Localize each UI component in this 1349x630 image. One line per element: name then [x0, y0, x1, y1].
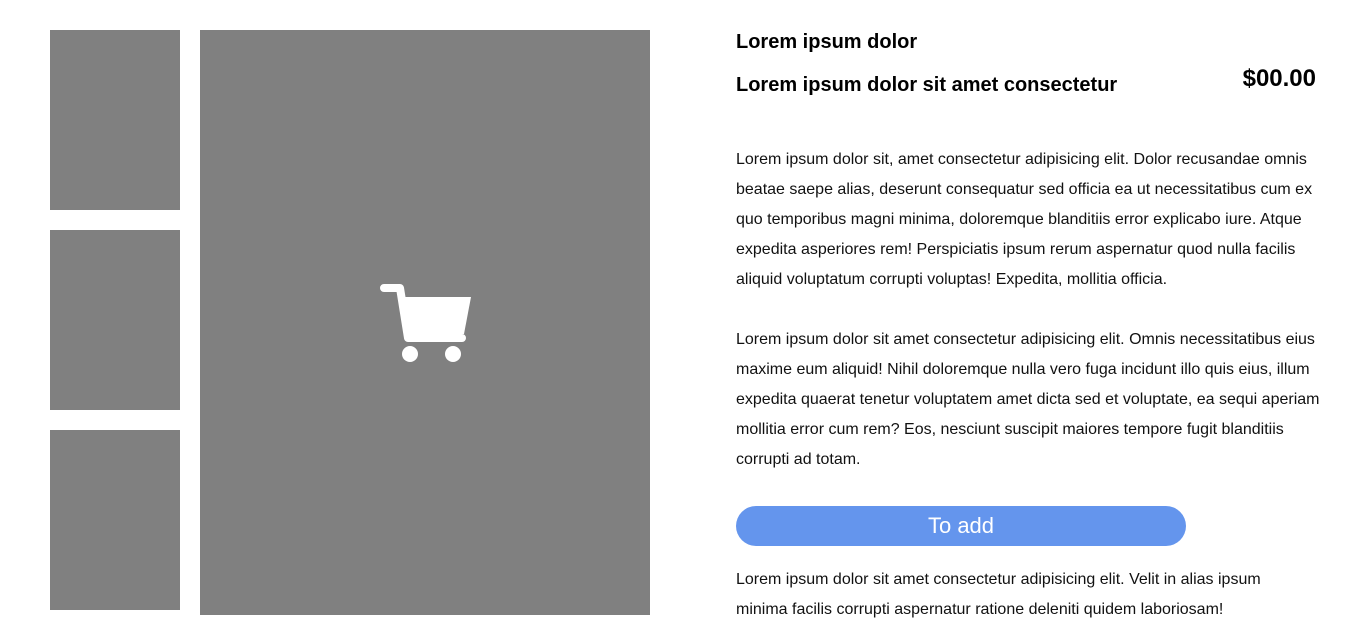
add-to-cart-button[interactable]: To add	[736, 506, 1186, 546]
product-description-1: Lorem ipsum dolor sit, amet consectetur …	[736, 151, 1313, 288]
product-description-2: Lorem ipsum dolor sit amet consectetur a…	[736, 331, 1320, 468]
product-thumbnail-2[interactable]	[50, 230, 180, 410]
product-footnote: Lorem ipsum dolor sit amet consectetur a…	[736, 571, 1261, 618]
product-thumbnail-1[interactable]	[50, 30, 180, 210]
product-subtitle: Lorem ipsum dolor sit amet consectetur	[736, 74, 1118, 96]
product-thumbnail-3[interactable]	[50, 430, 180, 610]
shopping-cart-icon	[380, 284, 471, 362]
product-price: $00.00	[1242, 65, 1316, 92]
product-name: Lorem ipsum dolor	[736, 31, 918, 53]
product-main-image	[200, 30, 650, 615]
